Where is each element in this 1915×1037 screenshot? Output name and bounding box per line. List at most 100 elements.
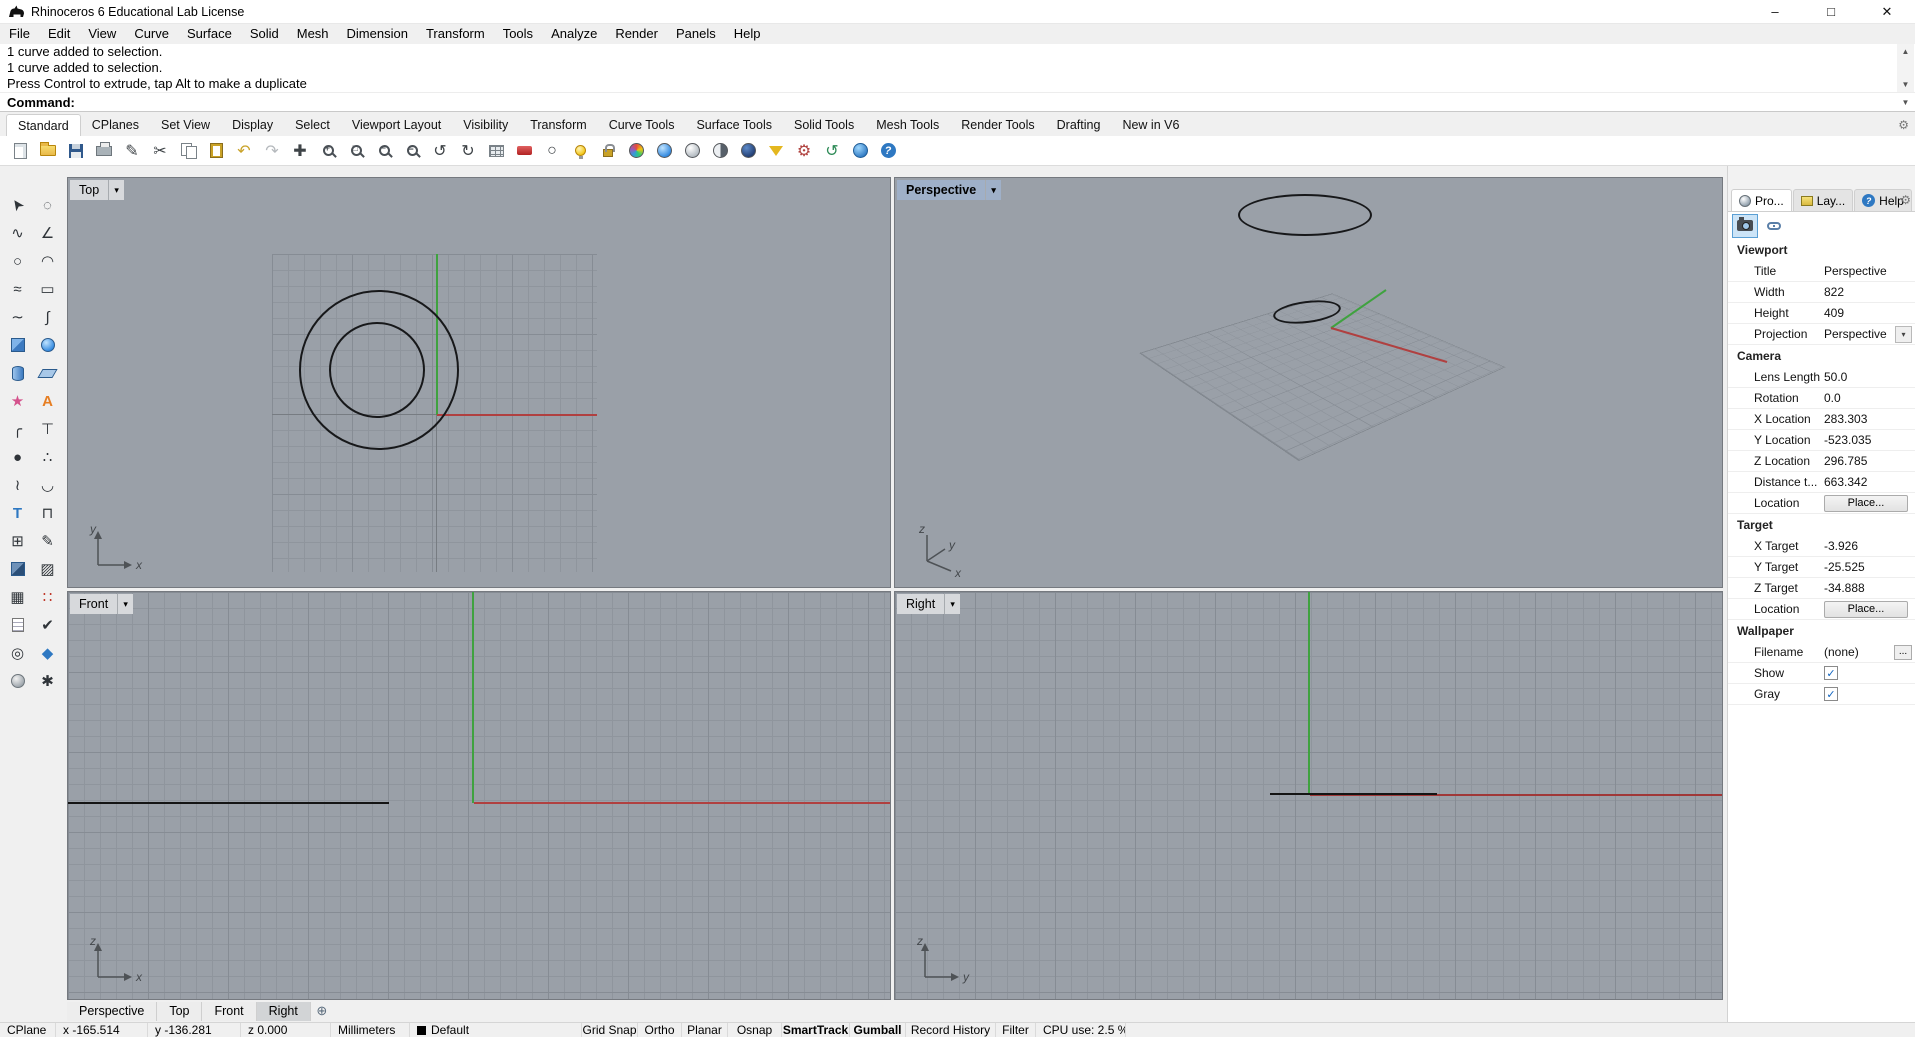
toggle-ortho[interactable]: Ortho	[638, 1023, 682, 1037]
target-place-button[interactable]: Place...	[1824, 600, 1908, 618]
panel-tab-layers[interactable]: Lay...	[1792, 189, 1854, 211]
menu-file[interactable]: File	[0, 24, 39, 44]
menu-panels[interactable]: Panels	[667, 24, 725, 44]
viewport-right-menu-icon[interactable]: ▾	[944, 594, 961, 614]
tool-clamp-icon[interactable]: ⊓	[34, 500, 61, 526]
tool-helix-icon[interactable]: ∫	[34, 304, 61, 330]
toolbar-tab-curve-tools[interactable]: Curve Tools	[598, 114, 686, 136]
rendered-display-icon[interactable]	[734, 137, 762, 165]
lock-icon[interactable]	[594, 137, 622, 165]
lens-length-value[interactable]: 50.0	[1824, 370, 1915, 384]
viewport-top[interactable]: y x Top ▾	[67, 177, 891, 588]
y-location-value[interactable]: -523.035	[1824, 433, 1915, 447]
command-dropdown-icon[interactable]: ▼	[1897, 95, 1914, 110]
tool-curve-icon[interactable]: ≈	[4, 276, 31, 302]
shaded-display-icon[interactable]	[650, 137, 678, 165]
cut-icon[interactable]: ✂	[146, 137, 174, 165]
circles-edge-curve[interactable]	[68, 802, 389, 804]
pan-view-icon[interactable]: ✚	[286, 137, 314, 165]
tool-box-icon[interactable]	[4, 332, 31, 358]
viewport-properties-button[interactable]	[1732, 213, 1758, 238]
toolbar-tab-new-in-v6[interactable]: New in V6	[1111, 114, 1190, 136]
circles-edge-curve[interactable]	[1270, 793, 1437, 795]
render-display-icon[interactable]	[622, 137, 650, 165]
tool-adjust-curve-icon[interactable]: ≀	[4, 472, 31, 498]
toolbar-tab-standard[interactable]: Standard	[6, 114, 81, 136]
toolbar-tab-drafting[interactable]: Drafting	[1046, 114, 1112, 136]
save-icon[interactable]	[62, 137, 90, 165]
tool-gumball-icon[interactable]: ◎	[4, 640, 31, 666]
toggle-grid-snap[interactable]: Grid Snap	[582, 1023, 638, 1037]
toggle-record-history[interactable]: Record History	[906, 1023, 996, 1037]
tool-sphere-icon[interactable]	[34, 332, 61, 358]
viewport-front-menu-icon[interactable]: ▾	[117, 594, 134, 614]
menu-solid[interactable]: Solid	[241, 24, 288, 44]
menu-tools[interactable]: Tools	[494, 24, 542, 44]
height-value[interactable]: 409	[1824, 306, 1915, 320]
menu-help[interactable]: Help	[725, 24, 770, 44]
undo-icon[interactable]: ↶	[230, 137, 258, 165]
help-icon[interactable]: ?	[874, 137, 902, 165]
viewport-title-right[interactable]: Right	[897, 594, 945, 614]
tool-control-point-curve-icon[interactable]: ∿	[4, 220, 31, 246]
tool-select-icon[interactable]: ➤	[4, 192, 31, 218]
toolbar-tab-render-tools[interactable]: Render Tools	[950, 114, 1045, 136]
new-file-icon[interactable]	[6, 137, 34, 165]
print-icon[interactable]	[90, 137, 118, 165]
scroll-down-icon[interactable]: ▼	[1897, 77, 1914, 92]
menu-surface[interactable]: Surface	[178, 24, 241, 44]
toggle-osnap[interactable]: Osnap	[728, 1023, 782, 1037]
redo-icon[interactable]: ↷	[258, 137, 286, 165]
add-viewport-icon[interactable]: ⊕	[311, 1003, 333, 1019]
tool-text-icon[interactable]: T	[4, 500, 31, 526]
viewport-front[interactable]: z x Front ▾	[67, 591, 891, 1000]
zoom-extents-icon[interactable]: −	[370, 137, 398, 165]
toolbar-tab-mesh-tools[interactable]: Mesh Tools	[865, 114, 950, 136]
toggle-filter[interactable]: Filter	[996, 1023, 1036, 1037]
menu-edit[interactable]: Edit	[39, 24, 79, 44]
toolbar-tab-cplanes[interactable]: CPlanes	[81, 114, 150, 136]
toolbar-tab-surface-tools[interactable]: Surface Tools	[685, 114, 783, 136]
tool-rectangle-icon[interactable]: ▭	[34, 276, 61, 302]
tool-hatch-icon[interactable]: ▨	[34, 556, 61, 582]
tool-annotate-icon[interactable]: A	[34, 388, 61, 414]
tool-surface-star-icon[interactable]: ★	[4, 388, 31, 414]
menu-curve[interactable]: Curve	[125, 24, 178, 44]
zoom-dynamic-icon[interactable]: +	[314, 137, 342, 165]
menu-mesh[interactable]: Mesh	[288, 24, 338, 44]
menu-analyze[interactable]: Analyze	[542, 24, 606, 44]
camera-place-button[interactable]: Place...	[1824, 494, 1908, 512]
ghosted-display-icon[interactable]	[678, 137, 706, 165]
tool-render-sphere-icon[interactable]	[4, 668, 31, 694]
web-browser-icon[interactable]	[846, 137, 874, 165]
tool-check-icon[interactable]: ✔	[34, 612, 61, 638]
open-file-icon[interactable]	[34, 137, 62, 165]
restore-icon[interactable]: □	[1803, 0, 1859, 23]
tool-circle-icon[interactable]: ○	[4, 248, 31, 274]
close-icon[interactable]: ✕	[1859, 0, 1915, 23]
tool-point-cloud-icon[interactable]: ∷	[34, 584, 61, 610]
rotation-value[interactable]: 0.0	[1824, 391, 1915, 405]
inner-circle-curve[interactable]	[329, 322, 425, 418]
menu-transform[interactable]: Transform	[417, 24, 494, 44]
toggle-gumball[interactable]: Gumball	[850, 1023, 906, 1037]
viewport-title-front[interactable]: Front	[70, 594, 118, 614]
units-button[interactable]: Millimeters	[331, 1023, 410, 1037]
toolbar-options-gear-icon[interactable]: ⚙	[1898, 114, 1909, 136]
y-target-value[interactable]: -25.525	[1824, 560, 1915, 574]
layer-indicator[interactable]: Default	[410, 1023, 582, 1037]
viewport-tab-top[interactable]: Top	[157, 1001, 203, 1021]
panel-tab-properties[interactable]: Pro...	[1731, 189, 1792, 211]
object-properties-button[interactable]	[1761, 214, 1787, 238]
panel-options-gear-icon[interactable]: ⚙	[1900, 193, 1911, 207]
named-views-icon[interactable]	[482, 137, 510, 165]
tool-fillet-icon[interactable]: ╭	[4, 416, 31, 442]
toolbar-tab-transform[interactable]: Transform	[519, 114, 598, 136]
xray-display-icon[interactable]	[706, 137, 734, 165]
filename-browse-button[interactable]: ...	[1894, 644, 1912, 660]
tool-paint-icon[interactable]: ◆	[34, 640, 61, 666]
history-icon[interactable]: ↺	[818, 137, 846, 165]
page-edit-icon[interactable]: ✎	[118, 137, 146, 165]
distance-value[interactable]: 663.342	[1824, 475, 1915, 489]
x-location-value[interactable]: 283.303	[1824, 412, 1915, 426]
